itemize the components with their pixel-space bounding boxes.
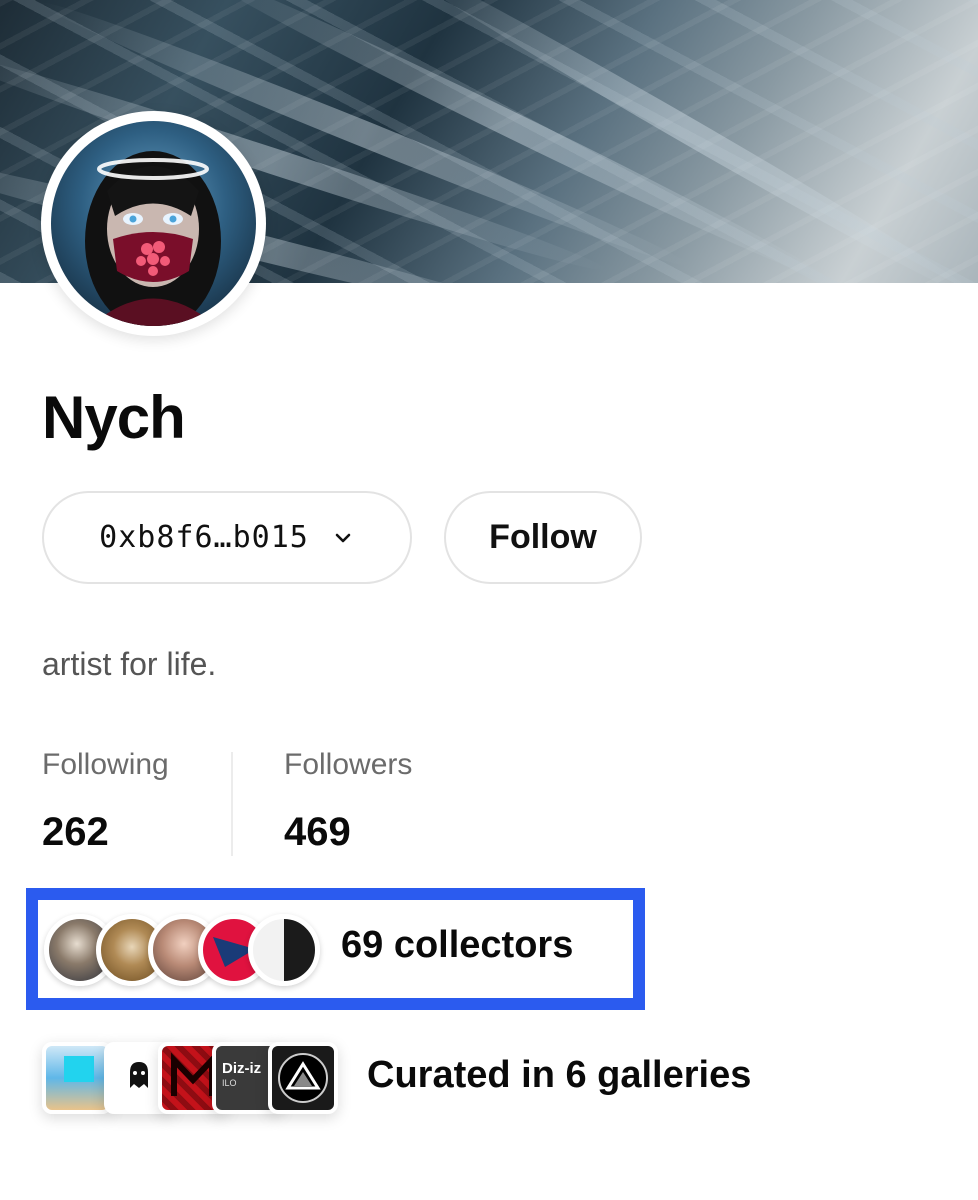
triangle-logo-icon (278, 1053, 328, 1103)
collector-avatar[interactable] (248, 914, 320, 986)
gallery-thumbnail[interactable] (42, 1042, 112, 1114)
profile-name: Nych (42, 384, 186, 451)
following-label: Following (42, 748, 169, 781)
wallet-address-dropdown[interactable]: 0xb8f6…b015 (42, 491, 412, 584)
collectors-count[interactable]: 69 collectors (341, 924, 573, 967)
gallery-thumb-subtext: ILO (222, 1078, 237, 1088)
gallery-thumb-text: Diz-iz (222, 1060, 262, 1077)
profile-bio: artist for life. (42, 646, 217, 682)
followers-count[interactable]: 469 (284, 810, 351, 855)
stats-divider (231, 752, 233, 856)
follow-button-label: Follow (489, 518, 597, 556)
following-count[interactable]: 262 (42, 810, 109, 855)
chevron-down-icon (335, 533, 351, 542)
wallet-address: 0xb8f6…b015 (99, 520, 309, 555)
follow-button[interactable]: Follow (444, 491, 642, 584)
avatar-image (51, 121, 256, 326)
profile-avatar (41, 111, 266, 336)
gallery-thumbnail[interactable] (268, 1042, 338, 1114)
followers-label: Followers (284, 748, 413, 781)
galleries-count[interactable]: Curated in 6 galleries (367, 1054, 751, 1097)
